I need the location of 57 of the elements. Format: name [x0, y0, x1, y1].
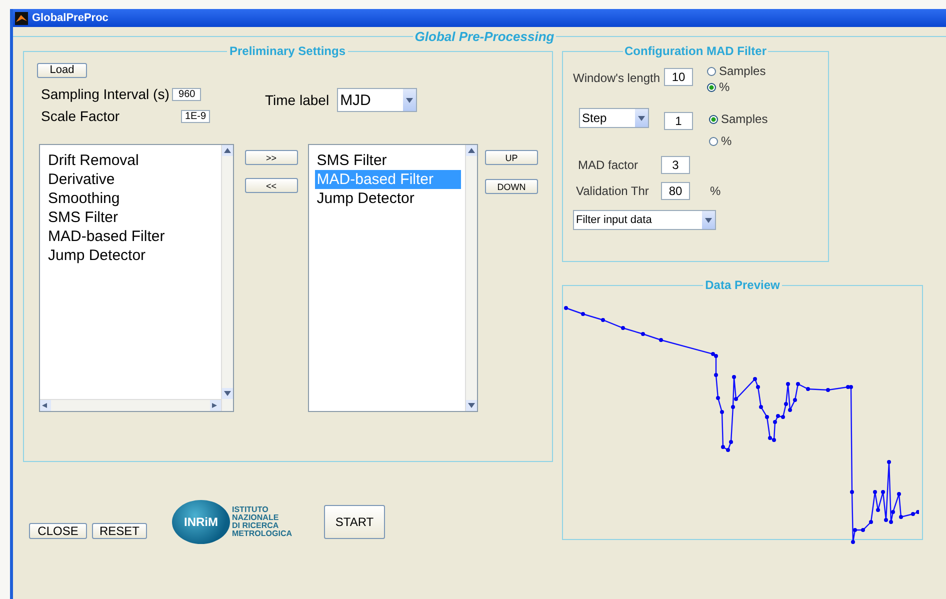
remove-button[interactable]: << [244, 178, 298, 193]
field-label: Window's length [573, 71, 660, 85]
radio-button[interactable]: % [709, 134, 768, 148]
right-arrow-icon [212, 403, 219, 408]
unit-label: % [710, 184, 721, 198]
step-select[interactable]: Step [579, 108, 649, 128]
horizontal-scrollbar[interactable] [40, 399, 221, 411]
down-arrow-icon [638, 116, 645, 120]
output-select[interactable]: Filter input data [573, 210, 716, 230]
input-field[interactable]: 10 [664, 68, 693, 86]
field-label: Sampling Interval (s) [41, 86, 170, 102]
list-item[interactable]: Jump Detector [46, 246, 217, 265]
time-select[interactable]: MJD [337, 88, 418, 112]
reset-button[interactable]: RESET [92, 523, 147, 539]
down-arrow-icon [224, 391, 231, 396]
up-arrow-icon [468, 148, 475, 153]
field-label: Scale Factor [41, 108, 121, 124]
down-button[interactable]: DOWN [485, 179, 538, 194]
load-button[interactable]: Load [37, 62, 87, 78]
list-box[interactable]: SMS Filter MAD-based Filter Jump Detector [308, 144, 478, 412]
radio-button[interactable]: Samples [707, 64, 766, 78]
down-arrow-icon [705, 218, 712, 222]
input-field[interactable]: 3 [661, 156, 690, 174]
field-label: Validation Thr [576, 184, 650, 198]
down-arrow-icon [468, 403, 475, 408]
list-item[interactable]: MAD-based Filter [46, 227, 217, 246]
field-label: MAD factor [578, 158, 640, 172]
input-field[interactable]: 1 [664, 112, 693, 130]
left-arrow-icon [42, 403, 49, 408]
panel-title: Preliminary Settings [228, 44, 347, 58]
vertical-scrollbar[interactable] [465, 145, 477, 411]
list-item[interactable]: SMS Filter [314, 151, 461, 170]
list-item[interactable]: Smoothing [46, 189, 217, 208]
input-field[interactable]: 960 [172, 88, 202, 100]
group-title: Global Pre-Processing [414, 29, 556, 44]
down-arrow-icon [406, 98, 414, 102]
input-field[interactable]: 80 [661, 182, 690, 200]
list-item[interactable]: SMS Filter [46, 208, 217, 227]
logo: INRiM ISTITUTO NAZIONALE DI RICERCA METROLOGICA [172, 500, 292, 544]
close-button[interactable]: CLOSE [29, 523, 87, 539]
start-button[interactable]: START [324, 505, 385, 539]
field-label: Time label [265, 92, 330, 108]
add-button[interactable]: >> [244, 150, 298, 165]
vertical-scrollbar[interactable] [220, 145, 233, 411]
input-field[interactable]: 1E-9 [181, 110, 210, 122]
up-arrow-icon [224, 148, 231, 153]
panel-title: Data Preview [704, 278, 781, 292]
up-button[interactable]: UP [485, 150, 538, 165]
app-icon [15, 12, 28, 24]
list-box[interactable]: Drift Removal Derivative Smoothing SMS Filter MAD-based Filter Jump Detector [39, 144, 234, 412]
list-item[interactable]: Jump Detector [314, 189, 461, 208]
list-item[interactable]: Derivative [46, 170, 217, 189]
radio-button[interactable]: Samples [709, 112, 768, 126]
radio-button[interactable]: % [707, 80, 766, 94]
window-title: GlobalPreProc [32, 12, 108, 24]
list-item[interactable]: Drift Removal [46, 151, 217, 170]
panel-title: Configuration MAD Filter [624, 44, 768, 58]
